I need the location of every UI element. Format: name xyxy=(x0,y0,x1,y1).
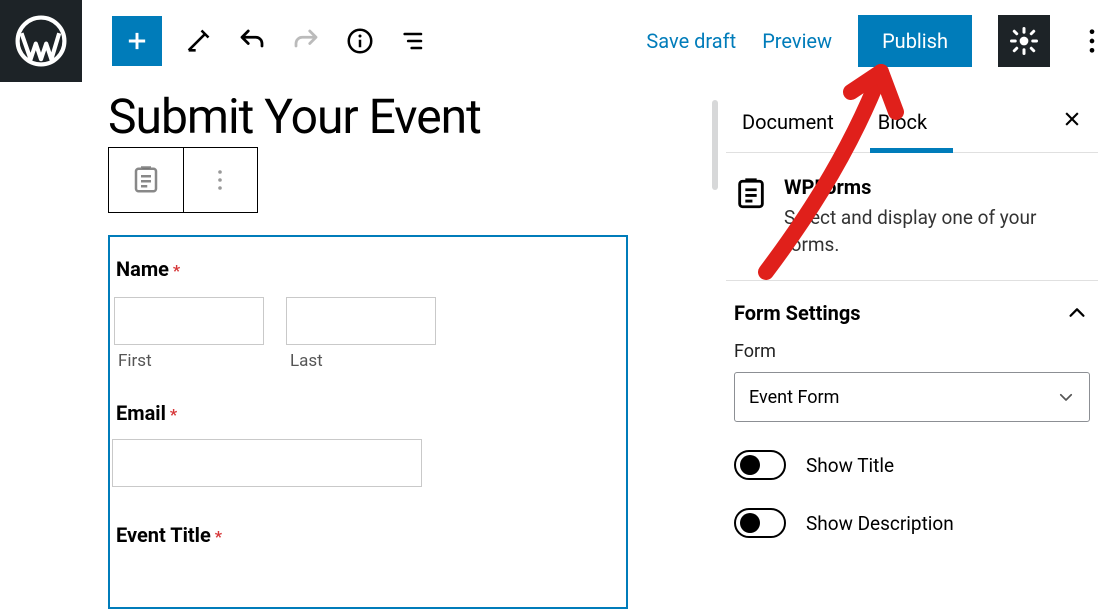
redo-button[interactable] xyxy=(288,23,324,59)
form-block-icon xyxy=(734,177,768,211)
toolbar-right: Save draft Preview Publish xyxy=(646,15,1104,67)
block-name: WPForms xyxy=(784,175,1080,199)
first-name-sublabel: First xyxy=(114,351,264,371)
undo-button[interactable] xyxy=(234,23,270,59)
form-select-value: Event Form xyxy=(749,387,839,408)
sidebar-tabs: Document Block xyxy=(726,82,1098,153)
toolbar-left xyxy=(82,16,432,66)
gear-icon xyxy=(1009,26,1039,56)
form-settings-body: Form Event Form Show Title Show Descript… xyxy=(726,341,1098,538)
block-description: WPForms Select and display one of your f… xyxy=(726,153,1098,281)
first-name-input[interactable] xyxy=(114,297,264,345)
tab-document[interactable]: Document xyxy=(734,102,852,152)
edit-mode-button[interactable] xyxy=(180,23,216,59)
more-vertical-icon xyxy=(1088,27,1096,55)
top-toolbar: Save draft Preview Publish xyxy=(0,0,1116,82)
outline-icon xyxy=(400,27,428,55)
preview-button[interactable]: Preview xyxy=(762,29,832,53)
form-block-icon xyxy=(131,165,161,195)
wp-logo[interactable] xyxy=(0,0,82,82)
form-select[interactable]: Event Form xyxy=(734,372,1090,422)
show-description-toggle[interactable] xyxy=(734,508,786,538)
info-icon xyxy=(345,26,375,56)
block-type-button[interactable] xyxy=(109,148,184,212)
publish-button[interactable]: Publish xyxy=(858,15,972,67)
name-label: Name xyxy=(112,257,169,281)
required-mark: * xyxy=(170,405,177,424)
info-button[interactable] xyxy=(342,23,378,59)
last-name-input[interactable] xyxy=(286,297,436,345)
block-more-button[interactable] xyxy=(184,148,258,212)
chevron-down-icon xyxy=(1057,388,1075,406)
editor-canvas[interactable]: Submit Your Event Name * First xyxy=(0,82,712,614)
last-name-sublabel: Last xyxy=(286,351,436,371)
settings-sidebar: Document Block WPForms Select and displa… xyxy=(726,82,1116,614)
close-icon xyxy=(1062,109,1082,129)
save-draft-button[interactable]: Save draft xyxy=(646,29,736,53)
page-title[interactable]: Submit Your Event xyxy=(108,88,712,145)
email-label: Email xyxy=(112,401,166,425)
form-select-label: Form xyxy=(734,341,1090,362)
chevron-up-icon xyxy=(1066,302,1088,324)
plus-icon xyxy=(123,27,151,55)
close-sidebar-button[interactable] xyxy=(1062,106,1090,148)
required-mark: * xyxy=(173,261,180,280)
required-mark: * xyxy=(215,527,222,546)
redo-icon xyxy=(291,26,321,56)
block-desc-text: Select and display one of your forms. xyxy=(784,205,1080,258)
tab-block[interactable]: Block xyxy=(870,102,945,152)
show-title-toggle[interactable] xyxy=(734,450,786,480)
block-toolbar xyxy=(108,147,258,213)
more-options-button[interactable] xyxy=(1080,23,1104,59)
outline-button[interactable] xyxy=(396,23,432,59)
scrollbar[interactable] xyxy=(712,100,718,190)
email-input[interactable] xyxy=(112,439,422,487)
add-block-button[interactable] xyxy=(112,16,162,66)
pencil-icon xyxy=(184,27,212,55)
settings-button[interactable] xyxy=(998,15,1050,67)
event-title-label: Event Title xyxy=(112,523,211,547)
show-title-label: Show Title xyxy=(806,454,894,477)
form-settings-panel-toggle[interactable]: Form Settings xyxy=(726,281,1098,341)
wordpress-icon xyxy=(15,15,67,67)
form-settings-label: Form Settings xyxy=(734,301,861,325)
show-description-label: Show Description xyxy=(806,512,954,535)
more-vertical-icon xyxy=(217,167,223,193)
undo-icon xyxy=(237,26,267,56)
form-block[interactable]: Name * First Last Email * Event Tit xyxy=(108,235,628,609)
